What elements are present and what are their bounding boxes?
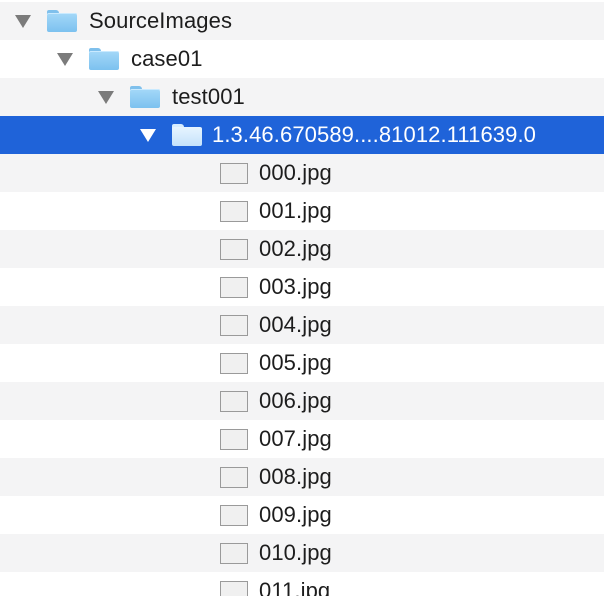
tree-row-file[interactable]: 004.jpg bbox=[0, 306, 604, 344]
folder-icon bbox=[172, 124, 202, 146]
tree-row-case01[interactable]: case01 bbox=[0, 40, 604, 78]
jpg-thumbnail-icon bbox=[220, 466, 248, 488]
jpg-thumbnail-icon bbox=[220, 504, 248, 526]
folder-name: case01 bbox=[131, 46, 203, 71]
folder-icon bbox=[130, 86, 160, 108]
jpg-thumbnail-icon bbox=[220, 162, 248, 184]
tree-row-file[interactable]: 006.jpg bbox=[0, 382, 604, 420]
file-name: 007.jpg bbox=[259, 426, 332, 451]
disclosure-triangle-icon[interactable] bbox=[15, 14, 31, 28]
file-name: 002.jpg bbox=[259, 236, 332, 261]
folder-icon bbox=[47, 10, 77, 32]
tree-row-file[interactable]: 005.jpg bbox=[0, 344, 604, 382]
tree-row-file[interactable]: 000.jpg bbox=[0, 154, 604, 192]
jpg-thumbnail-icon bbox=[220, 276, 248, 298]
file-name: 008.jpg bbox=[259, 464, 332, 489]
file-name: 011.jpg bbox=[259, 578, 331, 596]
tree-row-file[interactable]: 002.jpg bbox=[0, 230, 604, 268]
file-name: 010.jpg bbox=[259, 540, 332, 565]
file-name: 004.jpg bbox=[259, 312, 332, 337]
tree-row-file[interactable]: 001.jpg bbox=[0, 192, 604, 230]
tree-row-file[interactable]: 011.jpg bbox=[0, 572, 604, 596]
file-name: 005.jpg bbox=[259, 350, 332, 375]
tree-row-file[interactable]: 010.jpg bbox=[0, 534, 604, 572]
file-name: 003.jpg bbox=[259, 274, 332, 299]
tree-row-series-folder[interactable]: 1.3.46.670589....81012.111639.0 bbox=[0, 116, 604, 154]
tree-row-file[interactable]: 003.jpg bbox=[0, 268, 604, 306]
disclosure-triangle-icon[interactable] bbox=[98, 90, 114, 104]
tree-row-file[interactable]: 009.jpg bbox=[0, 496, 604, 534]
folder-icon bbox=[89, 48, 119, 70]
file-name: 001.jpg bbox=[259, 198, 332, 223]
file-name: 000.jpg bbox=[259, 160, 332, 185]
tree-row-file[interactable]: 007.jpg bbox=[0, 420, 604, 458]
file-tree: SourceImages case01 test001 1.3.46.67058… bbox=[0, 0, 604, 596]
jpg-thumbnail-icon bbox=[220, 200, 248, 222]
tree-row-sourceimages[interactable]: SourceImages bbox=[0, 2, 604, 40]
jpg-thumbnail-icon bbox=[220, 428, 248, 450]
disclosure-triangle-icon[interactable] bbox=[57, 52, 73, 66]
folder-name: SourceImages bbox=[89, 8, 233, 33]
jpg-thumbnail-icon bbox=[220, 542, 248, 564]
tree-row-file[interactable]: 008.jpg bbox=[0, 458, 604, 496]
jpg-thumbnail-icon bbox=[220, 580, 248, 596]
file-name: 006.jpg bbox=[259, 388, 332, 413]
tree-row-test001[interactable]: test001 bbox=[0, 78, 604, 116]
disclosure-triangle-icon[interactable] bbox=[140, 128, 156, 142]
file-name: 009.jpg bbox=[259, 502, 332, 527]
folder-name: 1.3.46.670589....81012.111639.0 bbox=[212, 122, 537, 147]
jpg-thumbnail-icon bbox=[220, 352, 248, 374]
jpg-thumbnail-icon bbox=[220, 238, 248, 260]
jpg-thumbnail-icon bbox=[220, 390, 248, 412]
jpg-thumbnail-icon bbox=[220, 314, 248, 336]
folder-name: test001 bbox=[172, 84, 245, 109]
